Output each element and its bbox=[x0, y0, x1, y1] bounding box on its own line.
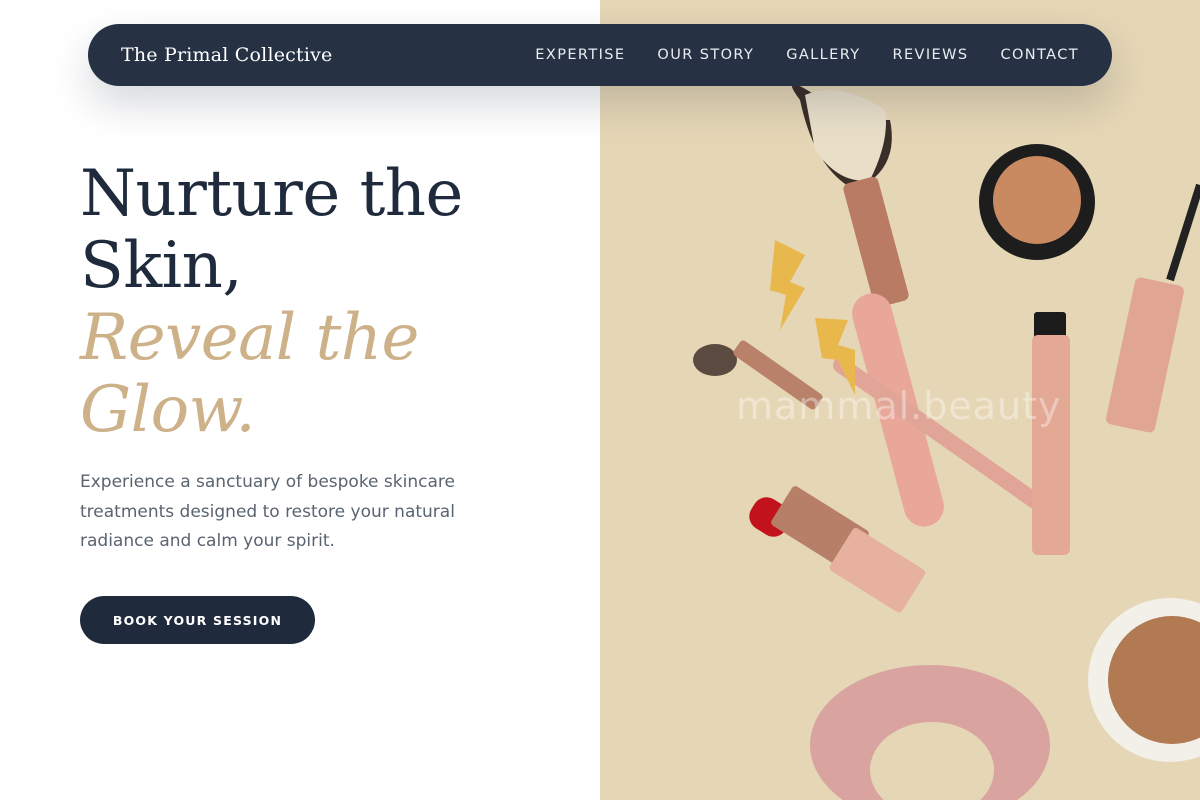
mascara-wand bbox=[1106, 183, 1200, 433]
hero-title: Nurture the Skin, Reveal the Glow. bbox=[80, 158, 580, 446]
top-navbar: The Primal Collective EXPERTISE OUR STOR… bbox=[88, 24, 1112, 86]
velvet-scrunchie bbox=[810, 665, 1050, 800]
nav-link-reviews[interactable]: REVIEWS bbox=[893, 47, 969, 63]
powder-brush bbox=[791, 84, 944, 527]
nav-link-our-story[interactable]: OUR STORY bbox=[657, 47, 754, 63]
watermark-text: mammal.beauty bbox=[736, 384, 1062, 428]
nav-links: EXPERTISE OUR STORY GALLERY REVIEWS CONT… bbox=[503, 47, 1079, 63]
mascara bbox=[1032, 312, 1070, 555]
hero-title-line1: Nurture the Skin, bbox=[80, 157, 463, 303]
nav-link-contact[interactable]: CONTACT bbox=[1000, 47, 1079, 63]
powder-compact bbox=[1088, 598, 1200, 762]
brand-logo[interactable]: The Primal Collective bbox=[121, 44, 333, 66]
hero-title-accent: Reveal the Glow. bbox=[80, 301, 419, 447]
cream-pot bbox=[979, 144, 1095, 260]
hero-description: Experience a sanctuary of bespoke skinca… bbox=[80, 472, 455, 551]
nav-link-expertise[interactable]: EXPERTISE bbox=[535, 47, 625, 63]
book-session-button[interactable]: BOOK YOUR SESSION bbox=[80, 596, 315, 644]
nav-link-gallery[interactable]: GALLERY bbox=[786, 47, 860, 63]
lipstick bbox=[749, 486, 926, 613]
